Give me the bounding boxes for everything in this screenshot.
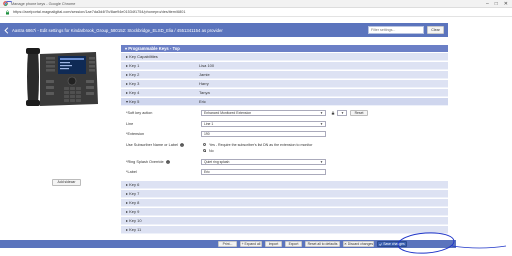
soft-key-action-value: Enhanced Monitored Extension [204, 111, 252, 115]
line-label: Line [126, 122, 134, 126]
ring-splash-select[interactable]: Quiet ring splash ▼ [201, 159, 326, 165]
soft-key-action-label: *Soft key action [126, 111, 153, 115]
key-row[interactable]: ▸ Key 7 [121, 190, 448, 198]
key-label: ▸ Key 6 [126, 182, 140, 187]
key-label: ▾ Key 5 [126, 99, 140, 104]
radio-no-label: No [209, 148, 214, 153]
extension-input[interactable]: 190 [201, 131, 326, 137]
key-row[interactable]: ▸ Key 9 [121, 208, 448, 216]
label-input[interactable]: Eric [201, 169, 326, 175]
chevron-down-icon: ▼ [320, 122, 323, 126]
reset-button[interactable]: Reset [350, 110, 368, 116]
phone-image [26, 48, 98, 106]
key-label: ▸ Key 10 [126, 218, 142, 223]
panel-title[interactable]: ▾ Programmable Keys - Top [121, 45, 448, 52]
address-bar[interactable]: https://axelportal.magnaligital.com/sess… [0, 8, 512, 17]
save-changes-label: Save changes [383, 242, 405, 246]
import-button[interactable]: Import [265, 241, 282, 247]
line-row: Line Line 1 ▼ [121, 121, 448, 129]
key-row[interactable]: ▸ Key 1 Lisa 100 [121, 62, 448, 70]
key-capabilities-label: ▸ Key Capabilities [126, 54, 158, 59]
key-label: ▸ Key 11 [126, 227, 142, 232]
ring-splash-label: *Ring Splash Override [126, 160, 164, 164]
key-row[interactable]: ▸ Key 2 Jamie [121, 71, 448, 79]
save-changes-button[interactable]: Save changes [377, 241, 407, 247]
radio-yes[interactable] [203, 143, 206, 146]
key-value: Harry [199, 81, 209, 86]
key-value: Eric [199, 99, 206, 104]
page-title: Aastra 6867i - Edit settings for Kindarb… [12, 27, 223, 33]
info-icon[interactable] [165, 160, 170, 164]
expand-all-button[interactable]: + Expand all [240, 241, 262, 247]
minimize-button[interactable]: – [486, 1, 489, 7]
ring-splash-row: *Ring Splash Override Quiet ring splash … [121, 159, 448, 167]
clear-button[interactable]: Clear [427, 26, 444, 34]
lock-icon [6, 10, 9, 14]
use-subscriber-row: Use Subscriber Name or Label Yes - Requi… [121, 142, 448, 156]
key-label: ▸ Key 8 [126, 200, 140, 205]
info-icon[interactable] [180, 143, 184, 147]
key-label: ▸ Key 9 [126, 209, 140, 214]
key-label: ▸ Key 1 [126, 63, 140, 68]
key-row[interactable]: ▸ Key 8 [121, 199, 448, 207]
annotation-tail [451, 245, 507, 249]
key-row-expanded[interactable]: ▾ Key 5 Eric [121, 98, 448, 106]
device-pane: Add sidecar [0, 37, 121, 240]
key-row[interactable]: ▸ Key 6 [121, 181, 448, 189]
settings-header: Aastra 6867i - Edit settings for Kindarb… [0, 23, 448, 37]
window-titlebar: Manage phone keys - Google Chrome – □ ✕ [0, 0, 512, 8]
back-arrow-icon[interactable] [4, 26, 9, 34]
window-controls: – □ ✕ [486, 1, 508, 7]
key-capabilities-row[interactable]: ▸ Key Capabilities [121, 53, 448, 61]
key-row[interactable]: ▸ Key 10 [121, 217, 448, 225]
label-row: *Label Eric [121, 169, 448, 177]
right-margin [448, 17, 512, 240]
chevron-down-icon: ▼ [341, 111, 344, 115]
action-toolbar: Print... + Expand all Import Export Rese… [0, 240, 456, 248]
discard-changes-button[interactable]: ✕ Discard changes [343, 241, 374, 247]
use-subscriber-label: Use Subscriber Name or Label [126, 143, 178, 147]
filter-settings-input[interactable] [368, 26, 424, 34]
use-subscriber-label-wrap: Use Subscriber Name or Label [126, 143, 184, 147]
chrome-icon [3, 1, 8, 6]
export-button[interactable]: Export [285, 241, 302, 247]
window-title: Manage phone keys - Google Chrome [11, 1, 76, 6]
close-button[interactable]: ✕ [504, 1, 508, 7]
key-value: Lisa 100 [199, 63, 215, 68]
line-select[interactable]: Line 1 ▼ [201, 121, 326, 127]
key-label: ▸ Key 2 [126, 72, 140, 77]
key-label: ▸ Key 7 [126, 191, 140, 196]
label-field-label: *Label [126, 170, 137, 174]
maximize-button[interactable]: □ [495, 1, 498, 7]
programmable-keys-panel: ▾ Programmable Keys - Top ▸ Key Capabili… [121, 45, 448, 240]
extension-label: *Extension [126, 132, 145, 136]
chevron-down-icon: ▼ [320, 160, 323, 164]
soft-key-action-select[interactable]: Enhanced Monitored Extension ▼ [201, 110, 326, 116]
key-row[interactable]: ▸ Key 3 Harry [121, 80, 448, 88]
key-value: Tanya [199, 90, 210, 95]
soft-key-action-row: *Soft key action Enhanced Monitored Exte… [121, 110, 448, 118]
lock-option-select[interactable]: ▼ [337, 110, 347, 116]
extension-value: 190 [204, 132, 210, 136]
url-text[interactable]: https://axelportal.magnaligital.com/sess… [13, 10, 185, 14]
radio-no[interactable] [203, 149, 206, 152]
ring-splash-value: Quiet ring splash [204, 160, 230, 164]
key-value: Jamie [199, 72, 210, 77]
add-sidecar-button[interactable]: Add sidecar [52, 179, 81, 186]
reset-defaults-button[interactable]: Reset all to defaults [305, 241, 340, 247]
line-value: Line 1 [204, 122, 214, 126]
print-button[interactable]: Print... [218, 241, 237, 247]
key-row[interactable]: ▸ Key 11 [121, 226, 448, 234]
lock-icon [331, 111, 335, 115]
label-value: Eric [204, 170, 210, 174]
key-label: ▸ Key 3 [126, 81, 140, 86]
key-row[interactable]: ▸ Key 4 Tanya [121, 89, 448, 97]
radio-yes-label: Yes - Require the subscriber's list DN a… [209, 142, 313, 147]
chevron-down-icon: ▼ [320, 111, 323, 115]
extension-row: *Extension 190 [121, 131, 448, 139]
save-check-icon [379, 243, 383, 246]
ring-splash-label-wrap: *Ring Splash Override [126, 160, 170, 164]
key-label: ▸ Key 4 [126, 90, 140, 95]
